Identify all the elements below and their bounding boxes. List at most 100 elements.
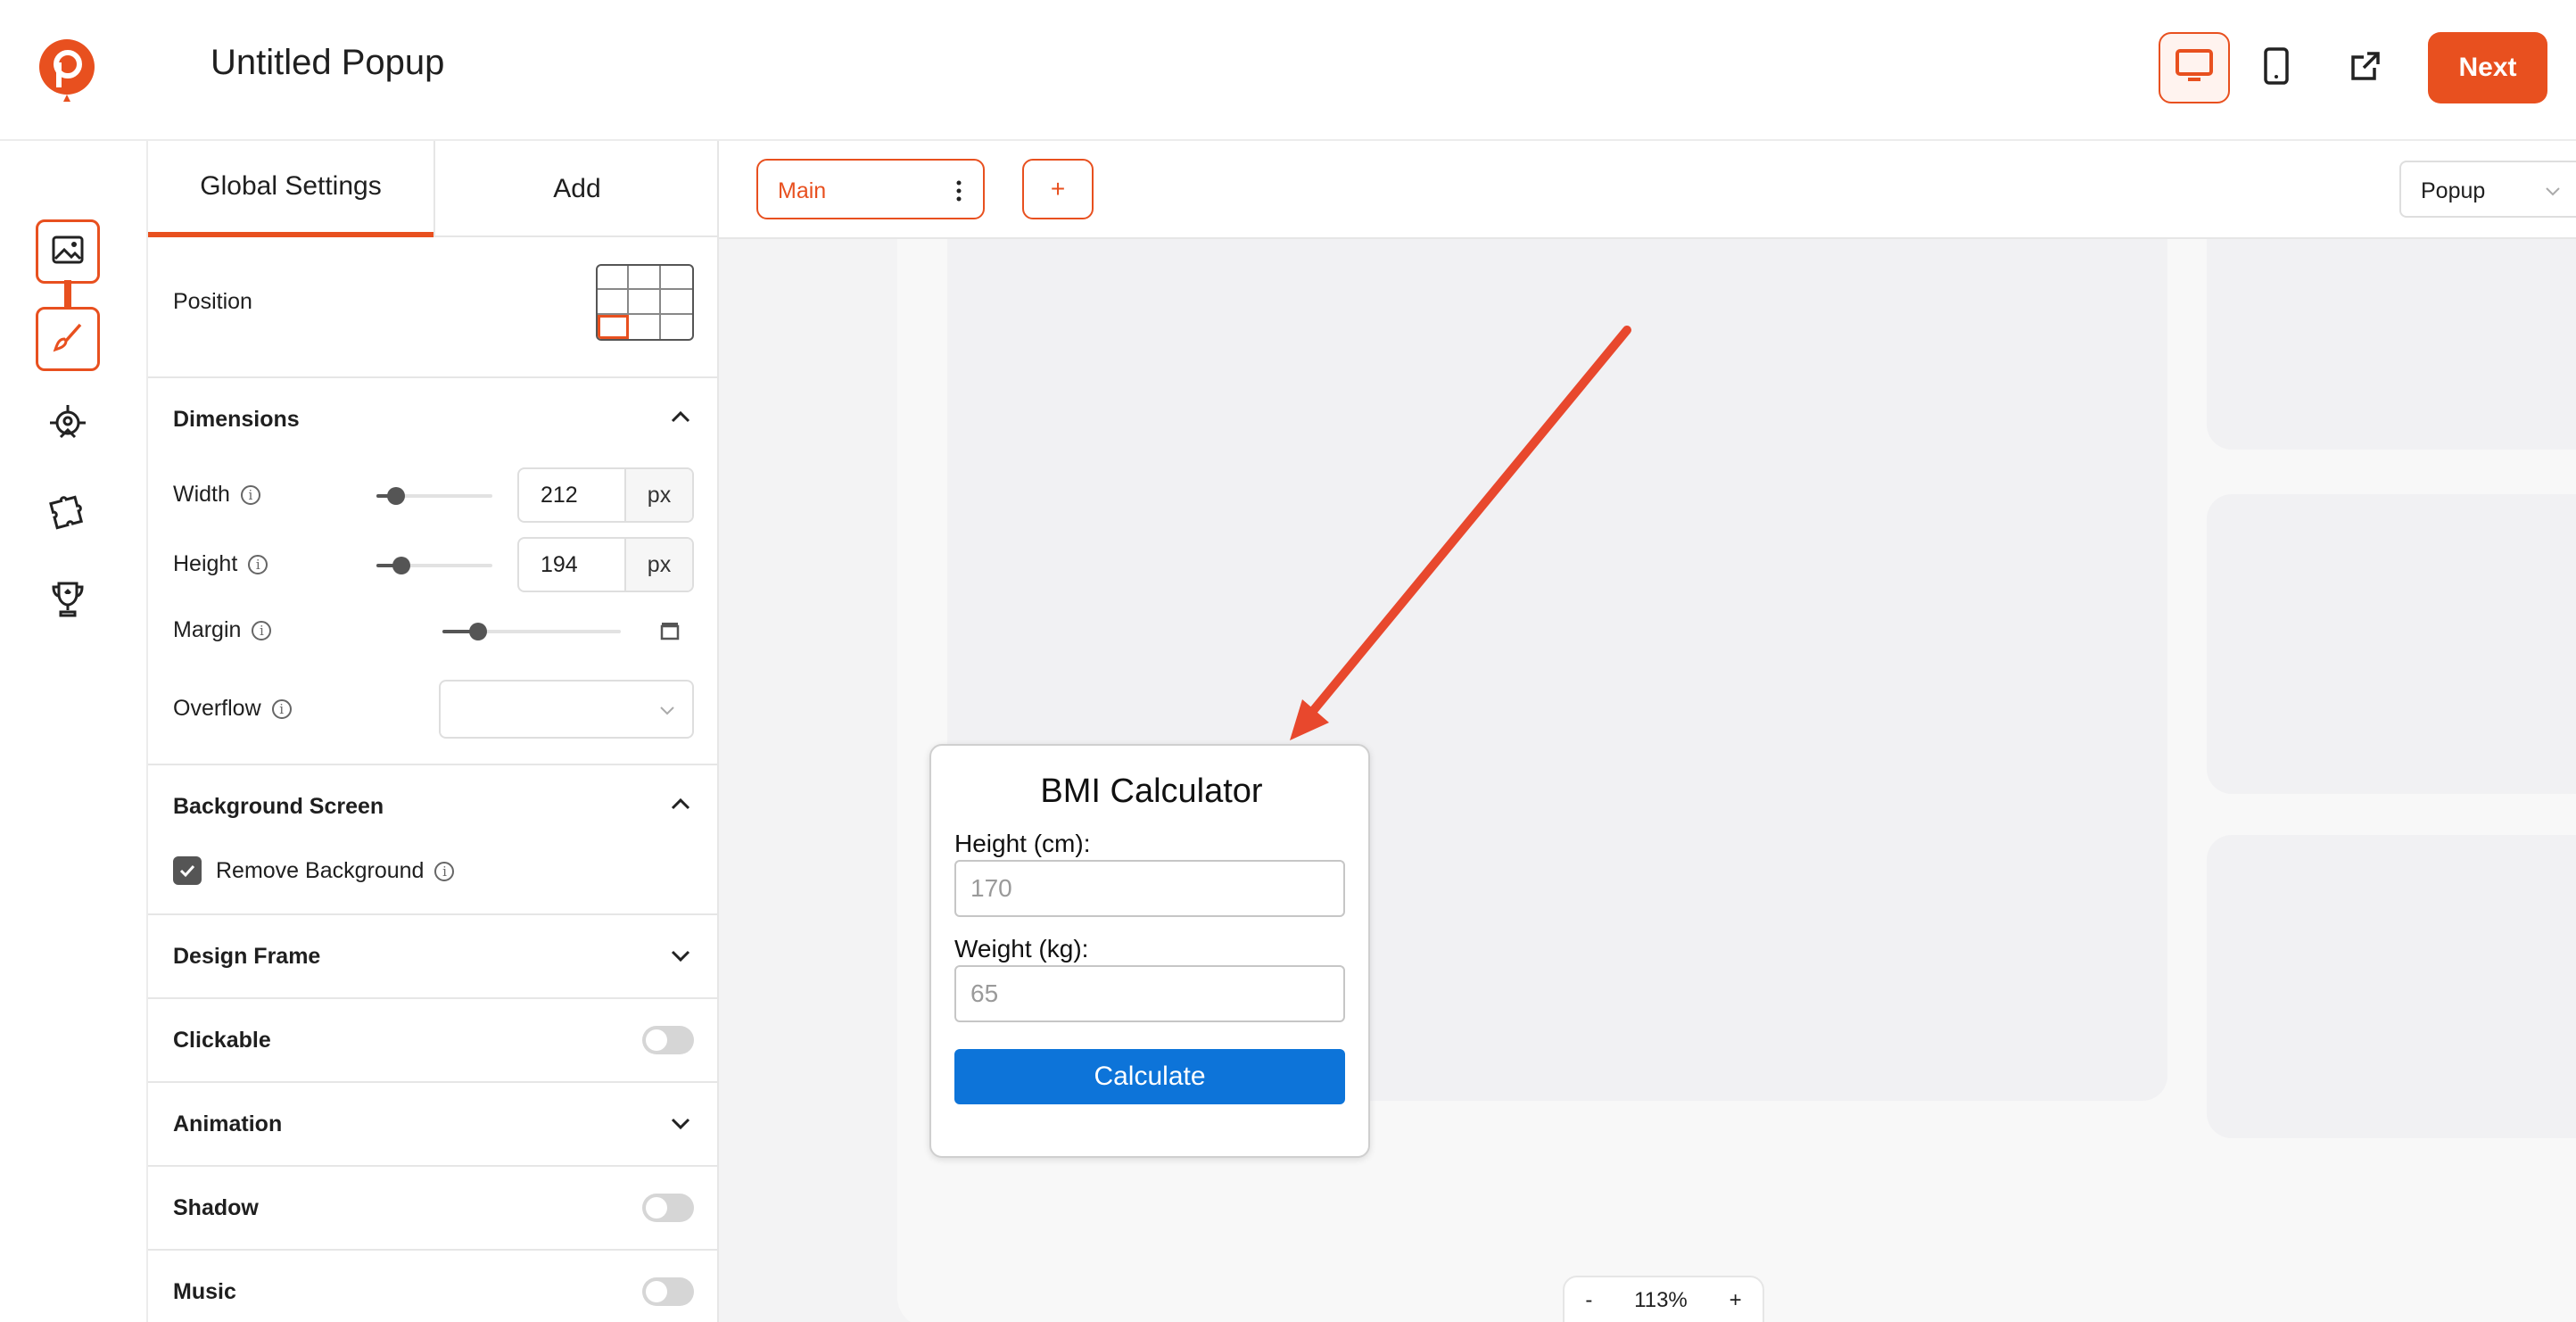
background-screen-section-title[interactable]: Background Screen	[173, 794, 384, 820]
left-rail	[0, 141, 148, 1322]
desktop-icon	[2176, 48, 2213, 87]
info-icon[interactable]: i	[240, 485, 260, 506]
rail-item-design[interactable]	[36, 307, 100, 371]
tab-global-settings[interactable]: Global Settings	[148, 141, 433, 237]
width-slider-handle[interactable]	[387, 487, 405, 505]
weight-kg-label: Weight (kg):	[954, 935, 1089, 963]
width-input[interactable]: 212 px	[517, 467, 694, 523]
bmi-title: BMI Calculator	[1040, 773, 1263, 810]
width-label: Width i	[173, 482, 260, 508]
margin-label: Margin i	[173, 617, 272, 643]
tab-add[interactable]: Add	[433, 141, 717, 237]
info-icon[interactable]: i	[271, 699, 292, 720]
zoom-control: - 113% +	[1563, 1276, 1764, 1322]
height-slider[interactable]	[376, 557, 492, 574]
trophy-icon	[50, 580, 86, 624]
rail-item-goals[interactable]	[36, 569, 100, 633]
rail-item-integrations[interactable]	[36, 482, 100, 546]
clickable-toggle[interactable]	[642, 1026, 694, 1054]
position-top-left[interactable]	[598, 266, 630, 291]
rail-item-targeting[interactable]	[36, 394, 100, 459]
next-button[interactable]: Next	[2428, 32, 2547, 103]
zoom-out-button[interactable]: -	[1585, 1288, 1592, 1313]
width-value[interactable]: 212	[519, 469, 624, 521]
music-section-title: Music	[173, 1279, 236, 1304]
panel-tabs: Global Settings Add	[148, 141, 717, 237]
info-icon[interactable]: i	[252, 621, 272, 641]
music-toggle[interactable]	[642, 1277, 694, 1306]
divider	[148, 1249, 717, 1251]
chevron-up-icon[interactable]	[667, 403, 694, 430]
divider	[148, 913, 717, 915]
remove-background-checkbox[interactable]	[173, 856, 202, 885]
height-unit[interactable]: px	[624, 539, 692, 591]
position-top-right[interactable]	[660, 266, 692, 291]
margin-label-text: Margin	[173, 617, 242, 642]
popup-title[interactable]: Untitled Popup	[211, 43, 444, 83]
info-icon[interactable]: i	[248, 555, 268, 575]
shadow-section-title: Shadow	[173, 1195, 259, 1220]
position-middle-left[interactable]	[598, 290, 630, 315]
height-cm-input[interactable]: 170	[954, 860, 1345, 917]
position-middle-right[interactable]	[660, 290, 692, 315]
margin-slider-handle[interactable]	[469, 623, 487, 640]
divider	[148, 1165, 717, 1167]
design-frame-section-title[interactable]: Design Frame	[173, 944, 320, 970]
height-label: Height i	[173, 551, 268, 577]
position-grid[interactable]	[596, 264, 694, 341]
position-label: Position	[173, 289, 252, 314]
mobile-icon	[2264, 46, 2289, 89]
rail-connector	[64, 280, 71, 307]
width-slider[interactable]	[376, 487, 492, 505]
bmi-calculator-widget[interactable]: BMI Calculator Height (cm): 170 Weight (…	[929, 744, 1370, 1158]
width-unit[interactable]: px	[624, 469, 692, 521]
remove-background-label: Remove Background i	[216, 858, 455, 884]
top-bar: Untitled Popup Next	[0, 0, 2576, 141]
animation-section-title[interactable]: Animation	[173, 1111, 282, 1137]
external-link-icon	[2349, 50, 2382, 87]
image-icon	[50, 232, 86, 272]
info-icon[interactable]: i	[434, 862, 455, 882]
height-label-text: Height	[173, 551, 238, 576]
position-bottom-right[interactable]	[661, 315, 692, 339]
height-value[interactable]: 194	[519, 539, 624, 591]
position-top-center[interactable]	[629, 266, 661, 291]
divider	[148, 376, 717, 378]
chevron-down-icon[interactable]	[667, 942, 694, 969]
weight-kg-input[interactable]: 65	[954, 965, 1345, 1022]
target-icon	[48, 404, 87, 449]
height-input[interactable]: 194 px	[517, 537, 694, 592]
calculate-button[interactable]: Calculate	[954, 1049, 1345, 1104]
overflow-label: Overflow i	[173, 696, 292, 722]
divider	[148, 1081, 717, 1083]
overflow-select[interactable]	[439, 680, 694, 739]
puzzle-icon	[48, 492, 87, 536]
chevron-down-icon	[658, 701, 676, 723]
position-bottom-center[interactable]	[629, 314, 661, 339]
chevron-down-icon[interactable]	[667, 1110, 694, 1136]
zoom-in-button[interactable]: +	[1730, 1288, 1742, 1313]
desktop-view-button[interactable]	[2159, 32, 2230, 103]
brush-icon	[50, 319, 86, 359]
position-middle-center[interactable]	[629, 290, 661, 315]
mobile-view-button[interactable]	[2241, 32, 2312, 103]
settings-panel: Global Settings Add Position Dimensions …	[148, 141, 719, 1322]
rail-item-images[interactable]	[36, 219, 100, 284]
chevron-up-icon[interactable]	[667, 790, 694, 817]
dimensions-section-title[interactable]: Dimensions	[173, 407, 300, 433]
width-label-text: Width	[173, 482, 230, 507]
preview-button[interactable]	[2330, 32, 2401, 103]
poptin-logo-icon[interactable]	[37, 37, 96, 112]
height-slider-handle[interactable]	[392, 557, 410, 574]
zoom-level: 113%	[1634, 1288, 1688, 1312]
editor-canvas: Main + Popup BMI Calculator Height (cm):…	[719, 141, 2576, 1322]
overflow-label-text: Overflow	[173, 696, 261, 721]
margin-slider[interactable]	[442, 623, 621, 640]
height-cm-label: Height (cm):	[954, 830, 1091, 857]
shadow-toggle[interactable]	[642, 1194, 694, 1222]
margin-sides-icon[interactable]	[660, 621, 680, 640]
clickable-section-title: Clickable	[173, 1028, 271, 1053]
divider	[148, 764, 717, 765]
position-bottom-left[interactable]	[598, 314, 630, 339]
remove-background-text: Remove Background	[216, 858, 425, 883]
